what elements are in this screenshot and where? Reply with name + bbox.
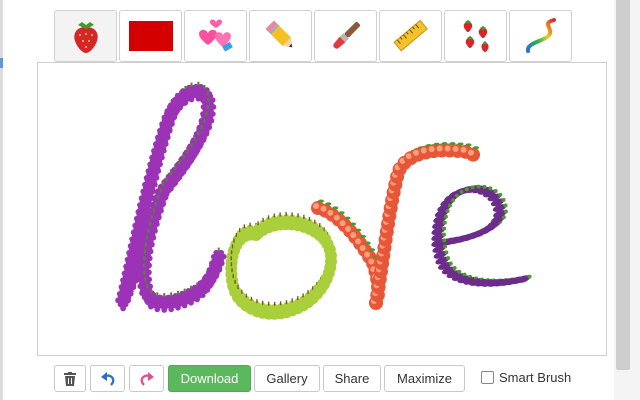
red-rectangle-icon xyxy=(128,21,173,51)
trash-icon xyxy=(64,371,76,386)
undo-button[interactable] xyxy=(90,365,125,392)
tool-paintbrush[interactable] xyxy=(314,10,377,62)
smart-brush-toggle[interactable]: Smart Brush xyxy=(481,370,571,385)
tool-gradient-line[interactable] xyxy=(509,10,572,62)
scrollbar-thumb[interactable] xyxy=(616,0,630,370)
drawing-canvas[interactable] xyxy=(37,62,607,356)
pencil-icon xyxy=(264,20,292,48)
redo-button[interactable] xyxy=(129,365,164,392)
redo-icon xyxy=(140,371,154,386)
tool-ruler[interactable] xyxy=(379,10,442,62)
tool-hearts[interactable] xyxy=(184,10,247,62)
tool-strawberry[interactable] xyxy=(54,10,117,62)
delete-button[interactable] xyxy=(54,365,86,392)
share-button[interactable]: Share xyxy=(323,365,381,392)
left-edge-marker xyxy=(0,58,3,68)
maximize-button[interactable]: Maximize xyxy=(384,365,465,392)
paintbrush-icon xyxy=(332,21,360,49)
tool-strawberry-scatter[interactable] xyxy=(444,10,507,62)
tool-rectangle[interactable] xyxy=(119,10,182,62)
action-bar: Download Gallery Share Maximize Smart Br… xyxy=(0,363,614,395)
gradient-line-icon xyxy=(525,18,556,53)
smart-brush-checkbox[interactable] xyxy=(481,371,494,384)
download-button[interactable]: Download xyxy=(168,365,251,392)
tool-pencil[interactable] xyxy=(249,10,312,62)
smart-brush-label: Smart Brush xyxy=(499,370,572,385)
undo-icon xyxy=(100,371,114,386)
ruler-icon xyxy=(392,19,428,52)
strawberry-icon xyxy=(73,22,98,53)
strawberries-scatter-icon xyxy=(463,20,489,52)
love-drawing xyxy=(115,81,532,320)
hearts-icon xyxy=(198,19,233,52)
gallery-button[interactable]: Gallery xyxy=(254,365,320,392)
